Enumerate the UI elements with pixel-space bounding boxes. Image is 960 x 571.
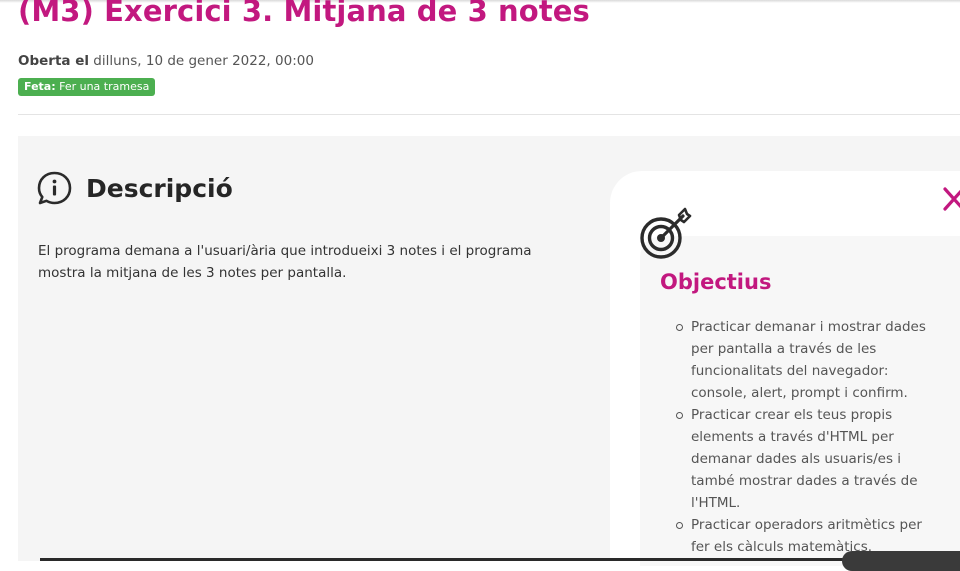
objectives-title: Objectius <box>660 270 772 294</box>
description-title: Descripció <box>86 174 233 203</box>
completion-status-badge: Feta: Fer una tramesa <box>18 78 156 96</box>
page-title: (M3) Exercici 3. Mitjana de 3 notes <box>18 0 590 28</box>
badge-status-label: Feta: <box>24 80 56 93</box>
objectives-list: Practicar demanar i mostrar dades per pa… <box>676 316 941 558</box>
header-divider <box>18 114 960 115</box>
description-text: El programa demana a l'usuari/ària que i… <box>38 243 532 281</box>
floating-button[interactable] <box>842 551 960 571</box>
info-icon <box>37 171 72 205</box>
dates-label: Oberta el <box>18 53 90 69</box>
objective-item: Practicar crear els teus propis elements… <box>676 404 941 514</box>
objective-item: Practicar demanar i mostrar dades per pa… <box>676 316 941 404</box>
dates-value: dilluns, 10 de gener 2022, 00:00 <box>89 53 314 69</box>
badge-status-text: Fer una tramesa <box>55 80 150 93</box>
activity-dates: Oberta el dilluns, 10 de gener 2022, 00:… <box>18 53 314 69</box>
target-icon <box>640 207 692 259</box>
close-icon[interactable] <box>942 186 960 212</box>
